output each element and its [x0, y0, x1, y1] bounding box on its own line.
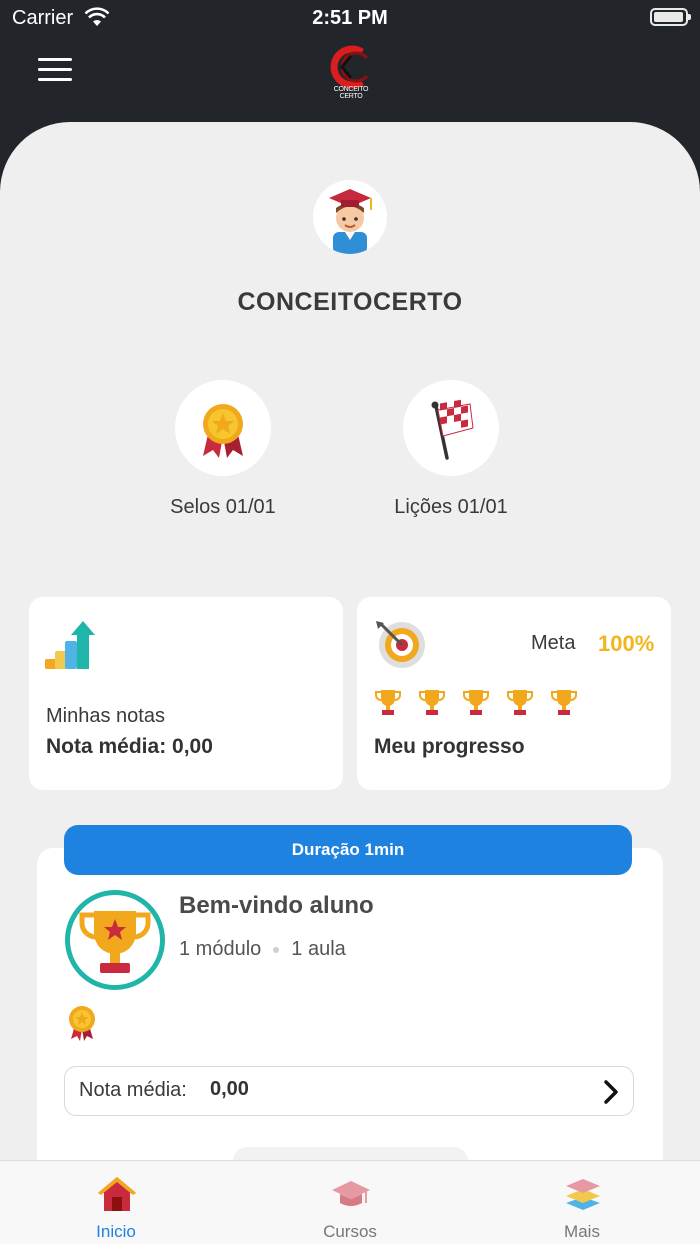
- tab-mais[interactable]: Mais: [507, 1161, 657, 1244]
- status-bar: Carrier 2:51 PM: [0, 0, 700, 36]
- medal-icon: [69, 1006, 95, 1041]
- logo-c-icon: [330, 45, 369, 89]
- grades-average: Nota média: 0,00: [46, 735, 213, 758]
- selos-label: Selos 01/01: [170, 496, 276, 518]
- meta-label: Meta: [531, 632, 576, 654]
- username: CONCEITOCERTO: [237, 288, 463, 316]
- trophy-icon: [463, 690, 489, 715]
- graduation-cap-icon: [332, 1181, 370, 1206]
- app-logo: CONCEITO CERTO: [322, 44, 380, 100]
- course-grade-row[interactable]: Nota média: 0,00: [64, 1066, 634, 1116]
- student-avatar-icon[interactable]: [313, 180, 387, 254]
- trophy-icon: [551, 690, 577, 715]
- progress-card[interactable]: Meta 100% Meu progresso: [357, 597, 671, 790]
- tab-mais-label: Mais: [564, 1222, 600, 1241]
- logo-text: CONCEITO CERTO: [333, 86, 369, 100]
- trophy-icon: [419, 690, 445, 715]
- tab-cursos-label: Cursos: [323, 1222, 377, 1241]
- grades-title: Minhas notas: [46, 705, 165, 727]
- checkered-flag-icon: [431, 399, 474, 460]
- target-icon: [376, 621, 425, 668]
- chevron-right-icon[interactable]: [601, 1078, 621, 1106]
- tab-inicio-label: Inicio: [96, 1222, 136, 1241]
- trophy-icon: [79, 911, 151, 973]
- meta-value: 100%: [598, 631, 655, 656]
- separator-dot: [273, 946, 280, 953]
- battery-icon: [650, 8, 691, 26]
- course-card[interactable]: Bem-vindo aluno 1 módulo 1 aula Nota méd…: [37, 848, 663, 1178]
- course-title: Bem-vindo aluno: [179, 892, 374, 919]
- tab-inicio[interactable]: Inicio: [41, 1161, 191, 1244]
- trophy-icon: [375, 690, 401, 715]
- progress-title: Meu progresso: [374, 735, 525, 758]
- medal-icon: [203, 404, 243, 458]
- tab-cursos[interactable]: Cursos: [275, 1161, 425, 1244]
- course-badge: [65, 890, 165, 990]
- licoes-button[interactable]: [403, 380, 499, 476]
- tab-bar: Inicio Cursos Mais: [0, 1160, 700, 1244]
- clock: 2:51 PM: [312, 7, 388, 29]
- trophy-icon: [507, 690, 533, 715]
- course-meta: 1 módulo 1 aula: [179, 938, 346, 961]
- course-modules: 1 módulo: [179, 938, 262, 960]
- main-sheet: CONCEITOCERTO Selos 01/01 Lições 01/01 M…: [0, 122, 700, 1244]
- trophy-row: [373, 687, 579, 717]
- bar-chart-up-icon: [45, 621, 95, 669]
- home-icon: [98, 1177, 136, 1211]
- hamburger-icon[interactable]: [38, 58, 72, 82]
- grades-card[interactable]: Minhas notas Nota média: 0,00: [29, 597, 343, 790]
- course-grade-value: 0,00: [210, 1078, 249, 1100]
- course-lessons: 1 aula: [291, 938, 346, 960]
- duration-pill: Duração 1min: [64, 825, 632, 875]
- layers-icon: [566, 1179, 600, 1210]
- selos-button[interactable]: [175, 380, 271, 476]
- licoes-label: Lições 01/01: [394, 496, 508, 518]
- course-grade-label: Nota média:: [79, 1079, 187, 1101]
